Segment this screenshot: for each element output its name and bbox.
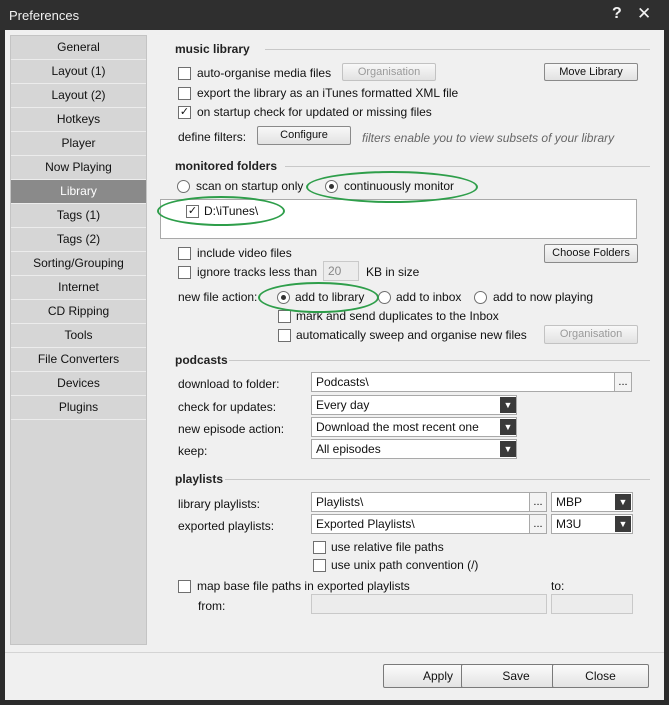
sidebar-item-tools[interactable]: Tools — [11, 324, 146, 348]
category-sidebar: General Layout (1) Layout (2) Hotkeys Pl… — [10, 35, 147, 645]
section-playlists: playlists — [175, 472, 224, 486]
sidebar-item-layout-1[interactable]: Layout (1) — [11, 60, 146, 84]
include-video-label: include video files — [197, 246, 292, 260]
filters-hint: filters enable you to view subsets of yo… — [362, 131, 615, 145]
to-label: to: — [551, 579, 565, 593]
move-library-button[interactable]: Move Library — [544, 63, 638, 81]
add-to-now-playing-radio[interactable] — [474, 291, 487, 304]
download-folder-label: download to folder: — [178, 377, 280, 391]
sidebar-item-tags-1[interactable]: Tags (1) — [11, 204, 146, 228]
sidebar-item-layout-2[interactable]: Layout (2) — [11, 84, 146, 108]
keep-label: keep: — [178, 444, 208, 458]
sidebar-item-cd-ripping[interactable]: CD Ripping — [11, 300, 146, 324]
chevron-down-icon[interactable]: ▼ — [500, 441, 516, 457]
section-monitored-folders: monitored folders — [175, 159, 278, 173]
chevron-down-icon[interactable]: ▼ — [615, 494, 631, 510]
library-playlists-label: library playlists: — [178, 497, 261, 511]
ignore-tracks-label: ignore tracks less than — [197, 265, 318, 279]
browse-library-playlists-button[interactable]: ... — [529, 492, 547, 512]
sidebar-item-player[interactable]: Player — [11, 132, 146, 156]
highlight-ring — [258, 282, 379, 313]
help-icon[interactable]: ? — [612, 5, 622, 23]
add-to-inbox-label: add to inbox — [396, 290, 462, 304]
library-playlists-input[interactable]: Playlists\ — [311, 492, 530, 512]
map-to-input[interactable] — [551, 594, 633, 614]
scan-startup-label: scan on startup only — [196, 179, 304, 193]
close-button[interactable]: Close — [552, 664, 649, 688]
sidebar-item-devices[interactable]: Devices — [11, 372, 146, 396]
keep-select[interactable]: All episodes — [311, 439, 517, 459]
kb-size-label: KB in size — [366, 265, 420, 279]
footer-divider — [5, 652, 664, 653]
auto-sweep-label: automatically sweep and organise new fil… — [296, 328, 527, 342]
sidebar-item-hotkeys[interactable]: Hotkeys — [11, 108, 146, 132]
sidebar-item-plugins[interactable]: Plugins — [11, 396, 146, 420]
ignore-size-input[interactable]: 20 — [323, 261, 359, 281]
relative-paths-label: use relative file paths — [331, 540, 444, 554]
exported-playlists-input[interactable]: Exported Playlists\ — [311, 514, 530, 534]
relative-paths-checkbox[interactable] — [313, 541, 326, 554]
divider — [265, 49, 650, 50]
sidebar-item-tags-2[interactable]: Tags (2) — [11, 228, 146, 252]
configure-button[interactable]: Configure — [257, 126, 351, 145]
sidebar-item-now-playing[interactable]: Now Playing — [11, 156, 146, 180]
new-file-action-label: new file action: — [178, 290, 258, 304]
window-title: Preferences — [9, 8, 80, 23]
export-itunes-label: export the library as an iTunes formatte… — [197, 86, 459, 100]
close-icon[interactable]: ✕ — [637, 4, 651, 24]
sidebar-item-general[interactable]: General — [11, 36, 146, 60]
check-updates-select[interactable]: Every day — [311, 395, 517, 415]
define-filters-label: define filters: — [178, 130, 247, 144]
sidebar-item-internet[interactable]: Internet — [11, 276, 146, 300]
from-label: from: — [198, 599, 226, 613]
include-video-checkbox[interactable] — [178, 247, 191, 260]
download-folder-input[interactable]: Podcasts\ — [311, 372, 615, 392]
map-base-paths-label: map base file paths in exported playlist… — [197, 579, 410, 593]
divider — [285, 166, 650, 167]
sidebar-item-sorting-grouping[interactable]: Sorting/Grouping — [11, 252, 146, 276]
section-music-library: music library — [175, 42, 250, 56]
add-to-now-playing-label: add to now playing — [493, 290, 594, 304]
scan-startup-radio[interactable] — [177, 180, 190, 193]
check-updates-label: check for updates: — [178, 400, 277, 414]
sidebar-item-file-converters[interactable]: File Converters — [11, 348, 146, 372]
episode-action-select[interactable]: Download the most recent one — [311, 417, 517, 437]
ignore-tracks-checkbox[interactable] — [178, 266, 191, 279]
unix-paths-checkbox[interactable] — [313, 559, 326, 572]
export-itunes-checkbox[interactable] — [178, 87, 191, 100]
map-from-input[interactable] — [311, 594, 547, 614]
browse-podcasts-button[interactable]: ... — [614, 372, 632, 392]
divider — [225, 479, 650, 480]
choose-folders-button[interactable]: Choose Folders — [544, 244, 638, 263]
unix-paths-label: use unix path convention (/) — [331, 558, 479, 572]
exported-playlists-label: exported playlists: — [178, 519, 275, 533]
highlight-ring — [306, 171, 478, 203]
section-podcasts: podcasts — [175, 353, 228, 367]
sweep-organisation-button[interactable]: Organisation — [544, 325, 638, 344]
organisation-button[interactable]: Organisation — [342, 63, 436, 81]
startup-check-label: on startup check for updated or missing … — [197, 105, 432, 119]
sidebar-item-library[interactable]: Library — [11, 180, 146, 204]
browse-exported-playlists-button[interactable]: ... — [529, 514, 547, 534]
chevron-down-icon[interactable]: ▼ — [500, 419, 516, 435]
auto-organise-label: auto-organise media files — [197, 66, 332, 80]
add-to-inbox-radio[interactable] — [378, 291, 391, 304]
mark-duplicates-checkbox[interactable] — [278, 310, 291, 323]
auto-sweep-checkbox[interactable] — [278, 329, 291, 342]
chevron-down-icon[interactable]: ▼ — [615, 516, 631, 532]
divider — [229, 360, 650, 361]
auto-organise-checkbox[interactable] — [178, 67, 191, 80]
map-base-paths-checkbox[interactable] — [178, 580, 191, 593]
episode-action-label: new episode action: — [178, 422, 285, 436]
chevron-down-icon[interactable]: ▼ — [500, 397, 516, 413]
highlight-ring — [157, 196, 285, 226]
title-bar: Preferences ? ✕ — [0, 0, 669, 30]
preferences-panel: General Layout (1) Layout (2) Hotkeys Pl… — [5, 30, 664, 700]
startup-check-checkbox[interactable]: ✓ — [178, 106, 191, 119]
